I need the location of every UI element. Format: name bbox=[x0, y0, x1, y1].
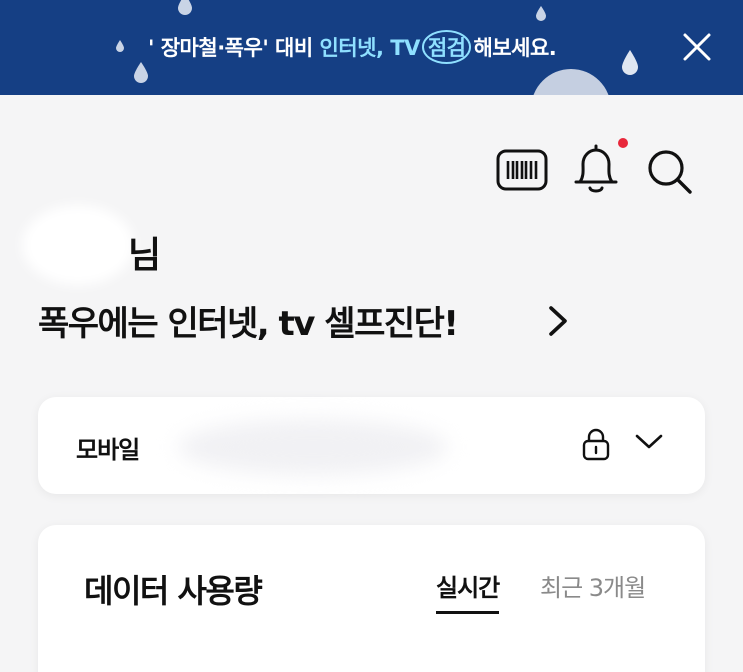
banner-text-highlight: 인터넷, TV bbox=[319, 36, 421, 60]
bell-icon[interactable] bbox=[570, 142, 622, 196]
banner-text-suffix: 해보세요. bbox=[473, 36, 557, 60]
blurred-user-name bbox=[22, 205, 134, 285]
raindrop-icon bbox=[116, 40, 124, 52]
raindrop-icon bbox=[134, 62, 148, 83]
chevron-down-icon[interactable] bbox=[635, 433, 663, 451]
greeting-suffix: 님 bbox=[128, 235, 161, 276]
close-icon[interactable] bbox=[680, 30, 714, 64]
raindrop-icon bbox=[536, 6, 546, 21]
banner-message[interactable]: ' 장마철·폭우' 대비 인터넷, TV 점검 해보세요. bbox=[148, 30, 557, 64]
tab-realtime[interactable]: 실시간 bbox=[436, 568, 500, 614]
data-usage-card: 데이터 사용량 실시간 최근 3개월 bbox=[38, 525, 705, 672]
search-icon[interactable] bbox=[644, 146, 694, 196]
banner-text-prefix: ' 장마철·폭우' 대비 bbox=[148, 36, 320, 60]
data-usage-title: 데이터 사용량 bbox=[84, 572, 263, 610]
mobile-line-card[interactable]: 모바일 bbox=[38, 397, 705, 494]
notification-badge-dot bbox=[618, 138, 628, 148]
barcode-icon[interactable] bbox=[496, 148, 548, 192]
blurred-phone-number bbox=[178, 419, 448, 475]
raindrop-icon bbox=[622, 50, 638, 75]
mobile-label: 모바일 bbox=[76, 436, 140, 464]
chevron-right-icon[interactable] bbox=[545, 304, 571, 338]
raindrop-icon bbox=[178, 0, 192, 15]
self-diagnosis-link[interactable]: 폭우에는 인터넷, tv 셀프진단! bbox=[38, 296, 459, 345]
tab-recent-3-months[interactable]: 최근 3개월 bbox=[540, 568, 646, 603]
promo-banner[interactable]: ' 장마철·폭우' 대비 인터넷, TV 점검 해보세요. bbox=[0, 0, 743, 95]
cloud-decoration bbox=[531, 69, 611, 95]
lock-icon[interactable] bbox=[580, 427, 612, 461]
banner-text-circled: 점검 bbox=[421, 30, 472, 64]
